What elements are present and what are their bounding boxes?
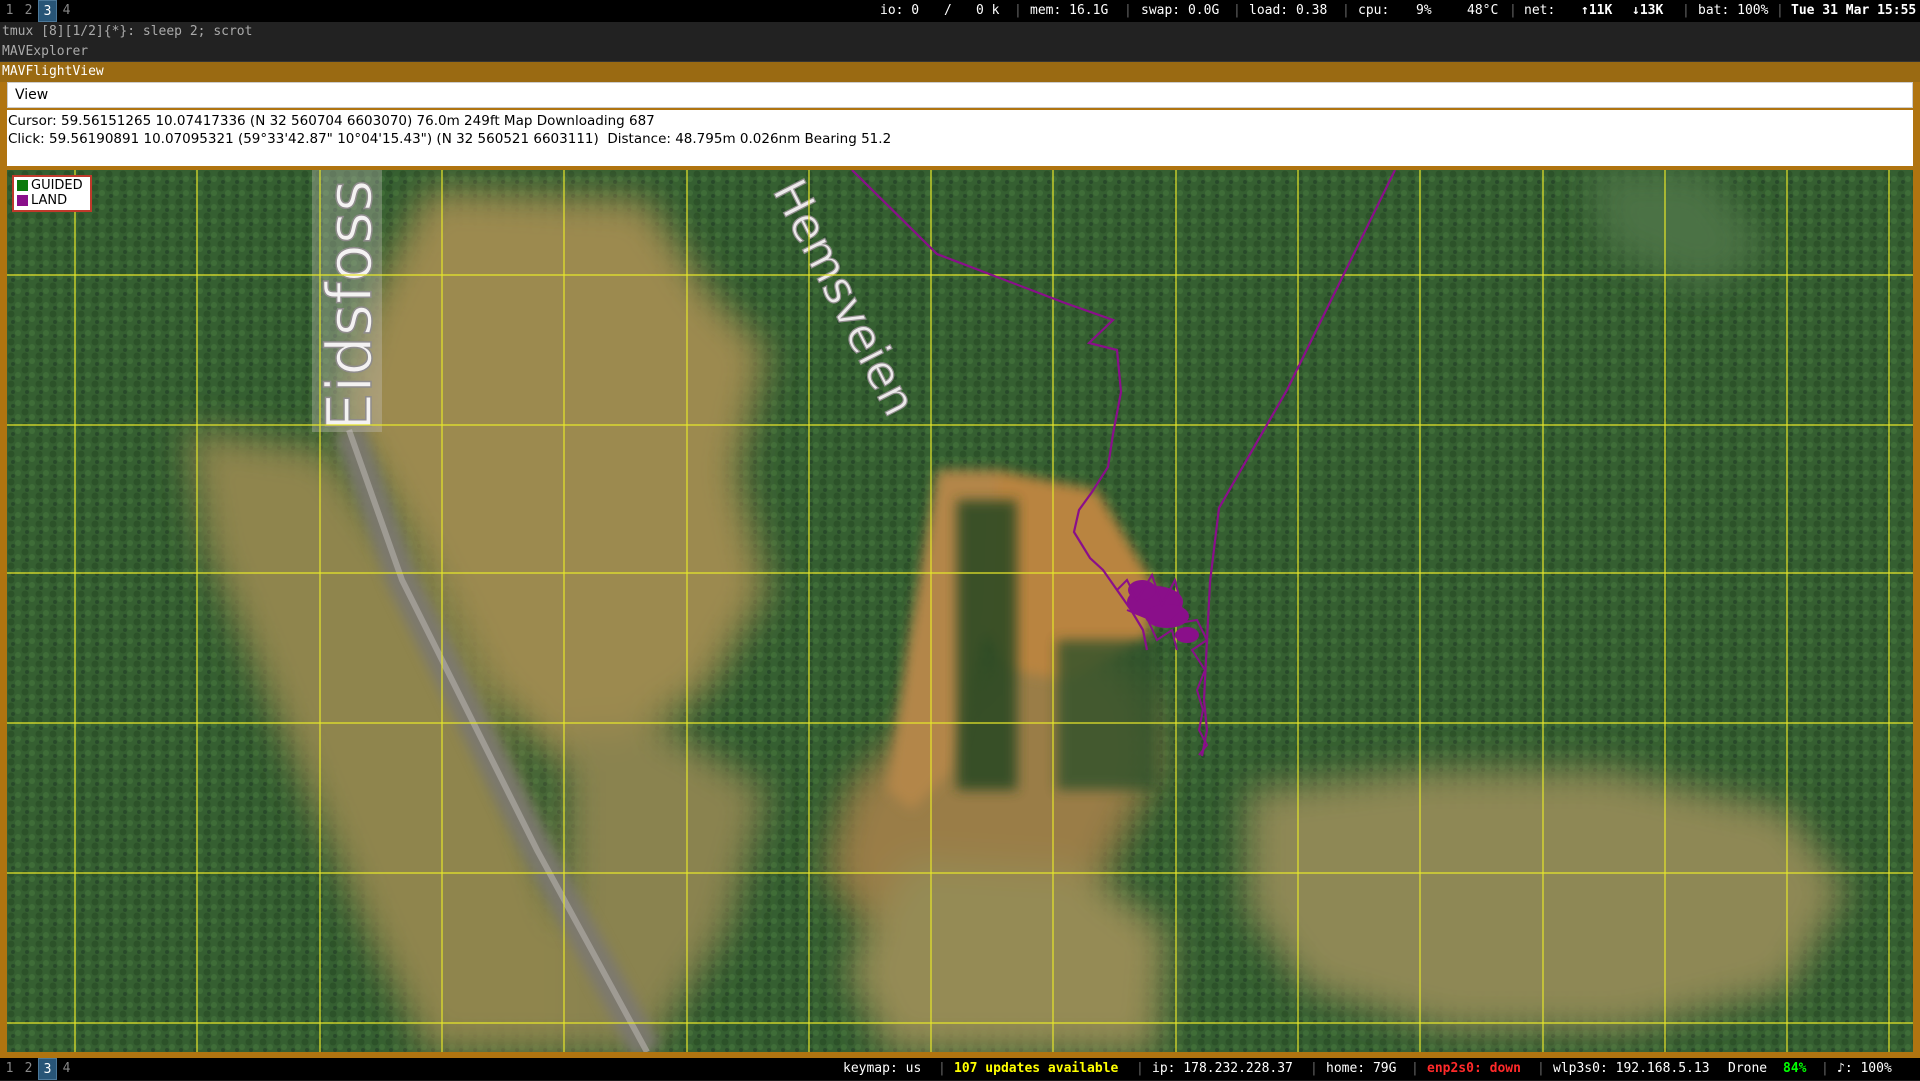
io-kb-status: 0 k bbox=[976, 3, 1000, 18]
window-title-mavexplorer[interactable]: MAVExplorer bbox=[0, 42, 1920, 62]
workspace-button-1[interactable]: 1 bbox=[0, 1058, 19, 1080]
separator: | bbox=[1537, 1061, 1545, 1076]
menu-view[interactable]: View bbox=[15, 83, 48, 107]
keymap-status: keymap: us bbox=[843, 1061, 922, 1076]
window-title-mavflightview[interactable]: MAVFlightView bbox=[0, 62, 1920, 82]
map-canvas[interactable]: Eidsfoss Hemsveien bbox=[7, 170, 1913, 1052]
updates-status[interactable]: 107 updates available bbox=[954, 1058, 1118, 1080]
volume-status[interactable]: ♪: 100% bbox=[1837, 1058, 1892, 1080]
tree-patch bbox=[1057, 640, 1157, 790]
separator: | bbox=[1776, 3, 1784, 18]
clock: Tue 31 Mar 15:55 bbox=[1791, 3, 1917, 18]
satellite-map-view[interactable]: Eidsfoss Hemsveien bbox=[7, 170, 1913, 1052]
wifi-quality: 84% bbox=[1783, 1061, 1807, 1076]
net-label: net: bbox=[1524, 3, 1556, 18]
legend-item-guided: GUIDED bbox=[17, 178, 83, 193]
io-separator: / bbox=[944, 3, 952, 18]
position-info-panel: Cursor: 59.56151265 10.07417336 (N 32 56… bbox=[7, 110, 1913, 166]
legend-swatch-land bbox=[17, 195, 28, 206]
memory-status: mem: 16.1G bbox=[1030, 3, 1109, 18]
workspace-switcher-bottom: 1 2 3 4 bbox=[0, 1058, 76, 1080]
separator: | bbox=[1821, 1061, 1829, 1076]
io-status: io: 0 bbox=[880, 3, 920, 18]
separator: | bbox=[938, 1061, 946, 1076]
cursor-info: Cursor: 59.56151265 10.07417336 (N 32 56… bbox=[8, 113, 655, 129]
wifi-network-name: Drone bbox=[1728, 1061, 1768, 1076]
workspace-button-4[interactable]: 4 bbox=[57, 1058, 76, 1080]
tree-strip bbox=[957, 500, 1017, 790]
wifi-status: wlp3s0: 192.168.5.13 bbox=[1553, 1061, 1710, 1076]
workspace-button-2[interactable]: 2 bbox=[19, 0, 38, 22]
net-upload: ↑11K bbox=[1581, 3, 1613, 18]
load-status: load: 0.38 bbox=[1249, 3, 1328, 18]
separator: | bbox=[1124, 3, 1132, 18]
workspace-button-3[interactable]: 3 bbox=[38, 0, 57, 22]
legend-swatch-guided bbox=[17, 180, 28, 191]
separator: | bbox=[1233, 3, 1241, 18]
separator: | bbox=[1411, 1061, 1419, 1076]
net-download: ↓13K bbox=[1632, 3, 1664, 18]
flight-mode-legend: GUIDED LAND bbox=[12, 175, 92, 212]
ip-status: ip: 178.232.228.37 bbox=[1152, 1061, 1293, 1076]
home-disk-status: home: 79G bbox=[1326, 1061, 1397, 1076]
tmux-status-line: tmux [8][1/2]{*}: sleep 2; scrot bbox=[0, 22, 1920, 42]
separator: | bbox=[1136, 1061, 1144, 1076]
menu-bar: View bbox=[7, 82, 1913, 108]
separator: | bbox=[1682, 3, 1690, 18]
temperature-status: 48°C bbox=[1467, 3, 1499, 18]
legend-item-land: LAND bbox=[17, 193, 67, 208]
swap-status: swap: 0.0G bbox=[1141, 3, 1220, 18]
cpu-label: cpu: bbox=[1358, 3, 1390, 18]
cpu-value: 9% bbox=[1416, 3, 1432, 18]
workspace-button-4[interactable]: 4 bbox=[57, 0, 76, 22]
legend-label-land: LAND bbox=[31, 193, 68, 208]
separator: | bbox=[1342, 3, 1350, 18]
workspace-button-2[interactable]: 2 bbox=[19, 1058, 38, 1080]
workspace-button-3[interactable]: 3 bbox=[38, 1058, 57, 1080]
ethernet-status: enp2s0: down bbox=[1427, 1061, 1521, 1076]
legend-label-guided: GUIDED bbox=[31, 178, 83, 193]
workspace-button-1[interactable]: 1 bbox=[0, 0, 19, 22]
workspace-switcher: 1 2 3 4 bbox=[0, 0, 76, 22]
bottom-status-bar: 1 2 3 4 keymap: us 107 updates available… bbox=[0, 1058, 1920, 1080]
top-status-bar: 1 2 3 4 io: 0 / 0 k mem: 16.1G swap: 0.0… bbox=[0, 0, 1920, 22]
road-label-eidsfoss: Eidsfoss bbox=[313, 180, 386, 432]
separator: | bbox=[1014, 3, 1022, 18]
separator: | bbox=[1509, 3, 1517, 18]
separator: | bbox=[1310, 1061, 1318, 1076]
click-info: Click: 59.56190891 10.07095321 (59°33'42… bbox=[8, 131, 892, 147]
battery-status: bat: 100% bbox=[1698, 3, 1769, 18]
